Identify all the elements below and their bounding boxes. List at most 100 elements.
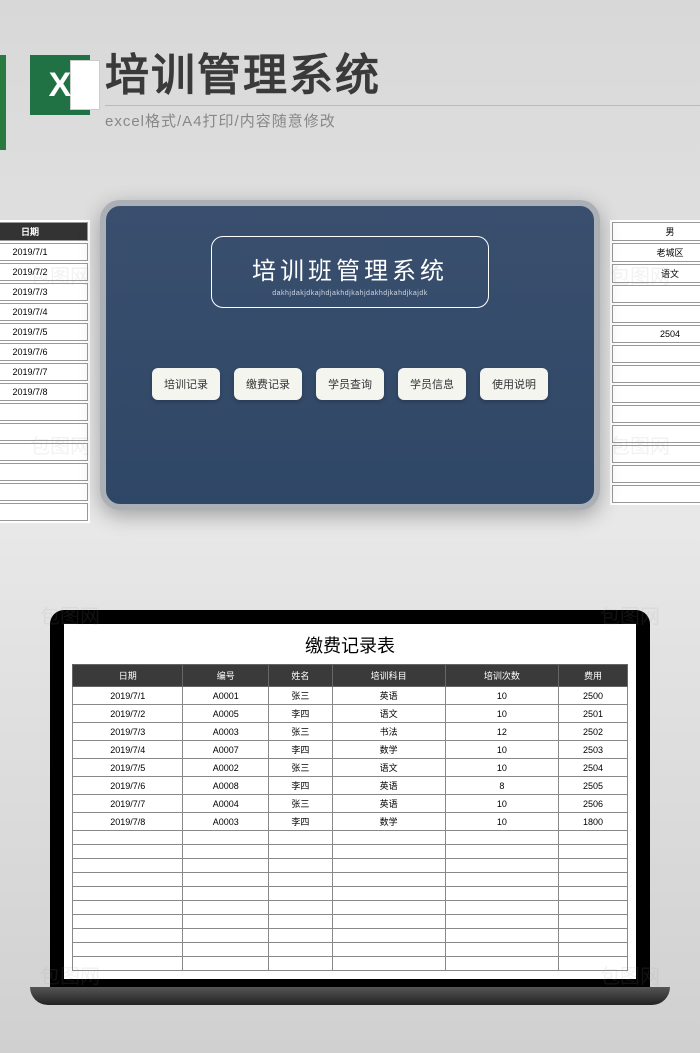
nav-button-3[interactable]: 学员信息 (398, 368, 466, 400)
table-cell: A0001 (183, 687, 269, 705)
table-cell: 10 (445, 813, 558, 831)
side-right-cell: 2504 (612, 325, 700, 343)
empty-cell (332, 887, 445, 901)
table-row-empty (73, 873, 628, 887)
empty-cell (612, 445, 700, 463)
nav-button-0[interactable]: 培训记录 (152, 368, 220, 400)
empty-cell (612, 385, 700, 403)
empty-cell (558, 831, 627, 845)
empty-cell (558, 957, 627, 971)
table-cell: A0007 (183, 741, 269, 759)
table-cell: A0003 (183, 723, 269, 741)
empty-cell (73, 901, 183, 915)
column-header: 编号 (183, 665, 269, 687)
side-right-cell: 老城区 (612, 243, 700, 262)
table-cell: 数学 (332, 813, 445, 831)
empty-cell (0, 443, 88, 461)
panel-subtitle: dakhjdakjdkajhdjakhdjkahjdakhdjkahdjkajd… (252, 290, 448, 297)
table-cell: 12 (445, 723, 558, 741)
empty-cell (445, 915, 558, 929)
table-row: 2019/7/4A0007李四数学102503 (73, 741, 628, 759)
empty-cell (73, 873, 183, 887)
side-table-right: 男老城区语文2504 (610, 220, 700, 505)
empty-cell (269, 873, 333, 887)
page-title: 培训管理系统 (105, 39, 700, 103)
empty-cell (73, 859, 183, 873)
empty-cell (332, 831, 445, 845)
table-cell: 1800 (558, 813, 627, 831)
empty-cell (73, 943, 183, 957)
empty-cell (558, 915, 627, 929)
panel-button-row: 培训记录缴费记录学员查询学员信息使用说明 (152, 368, 548, 400)
table-row: 2019/7/2A0005李四语文102501 (73, 705, 628, 723)
empty-cell (0, 483, 88, 501)
empty-cell (269, 929, 333, 943)
table-row-empty (73, 915, 628, 929)
empty-cell (183, 901, 269, 915)
side-left-cell: 2019/7/6 (0, 343, 88, 361)
empty-cell (269, 887, 333, 901)
empty-cell (332, 929, 445, 943)
empty-cell (558, 873, 627, 887)
laptop-base (30, 987, 670, 1005)
sheet-title: 缴费记录表 (72, 632, 628, 658)
empty-cell (73, 915, 183, 929)
table-cell: 10 (445, 759, 558, 777)
table-row-empty (73, 887, 628, 901)
empty-cell (612, 405, 700, 423)
side-left-cell: 2019/7/2 (0, 263, 88, 281)
side-table-left: 日期 2019/7/12019/7/22019/7/32019/7/42019/… (0, 220, 90, 523)
table-cell: 2505 (558, 777, 627, 795)
nav-button-4[interactable]: 使用说明 (480, 368, 548, 400)
side-left-cell: 2019/7/3 (0, 283, 88, 301)
empty-cell (73, 887, 183, 901)
table-cell: 语文 (332, 759, 445, 777)
table-cell: 2019/7/8 (73, 813, 183, 831)
empty-cell (558, 859, 627, 873)
empty-cell (183, 929, 269, 943)
table-row-empty (73, 929, 628, 943)
column-header: 日期 (73, 665, 183, 687)
laptop-screen: 缴费记录表 日期编号姓名培训科目培训次数费用 2019/7/1A0001张三英语… (50, 610, 650, 987)
table-cell: 2019/7/4 (73, 741, 183, 759)
empty-cell (445, 943, 558, 957)
empty-cell (183, 845, 269, 859)
empty-cell (558, 887, 627, 901)
table-cell: 张三 (269, 687, 333, 705)
dashboard-panel: 培训班管理系统 dakhjdakjdkajhdjakhdjkahjdakhdjk… (100, 200, 600, 510)
table-row-empty (73, 901, 628, 915)
table-cell: 8 (445, 777, 558, 795)
empty-cell (445, 873, 558, 887)
empty-cell (183, 831, 269, 845)
table-cell: 李四 (269, 813, 333, 831)
empty-cell (269, 845, 333, 859)
table-cell: 2019/7/3 (73, 723, 183, 741)
payment-table: 日期编号姓名培训科目培训次数费用 2019/7/1A0001张三英语102500… (72, 664, 628, 971)
table-row-empty (73, 845, 628, 859)
empty-cell (183, 873, 269, 887)
laptop-mockup: 缴费记录表 日期编号姓名培训科目培训次数费用 2019/7/1A0001张三英语… (50, 610, 650, 1005)
empty-cell (269, 915, 333, 929)
nav-button-1[interactable]: 缴费记录 (234, 368, 302, 400)
table-cell: 2502 (558, 723, 627, 741)
side-left-cell: 2019/7/8 (0, 383, 88, 401)
side-left-cell: 2019/7/1 (0, 243, 88, 261)
empty-cell (183, 859, 269, 873)
excel-letter: X (49, 66, 72, 105)
table-row-empty (73, 859, 628, 873)
empty-cell (0, 503, 88, 521)
empty-cell (332, 873, 445, 887)
header-text: 培训管理系统 excel格式/A4打印/内容随意修改 (105, 39, 700, 131)
table-cell: A0005 (183, 705, 269, 723)
nav-button-2[interactable]: 学员查询 (316, 368, 384, 400)
page-subtitle: excel格式/A4打印/内容随意修改 (105, 105, 700, 131)
side-right-cell (612, 345, 700, 363)
empty-cell (332, 957, 445, 971)
panel-title-box: 培训班管理系统 dakhjdakjdkajhdjakhdjkahjdakhdjk… (211, 236, 489, 308)
empty-cell (73, 929, 183, 943)
table-row-empty (73, 957, 628, 971)
empty-cell (0, 463, 88, 481)
empty-cell (332, 943, 445, 957)
empty-cell (0, 423, 88, 441)
table-cell: 10 (445, 687, 558, 705)
